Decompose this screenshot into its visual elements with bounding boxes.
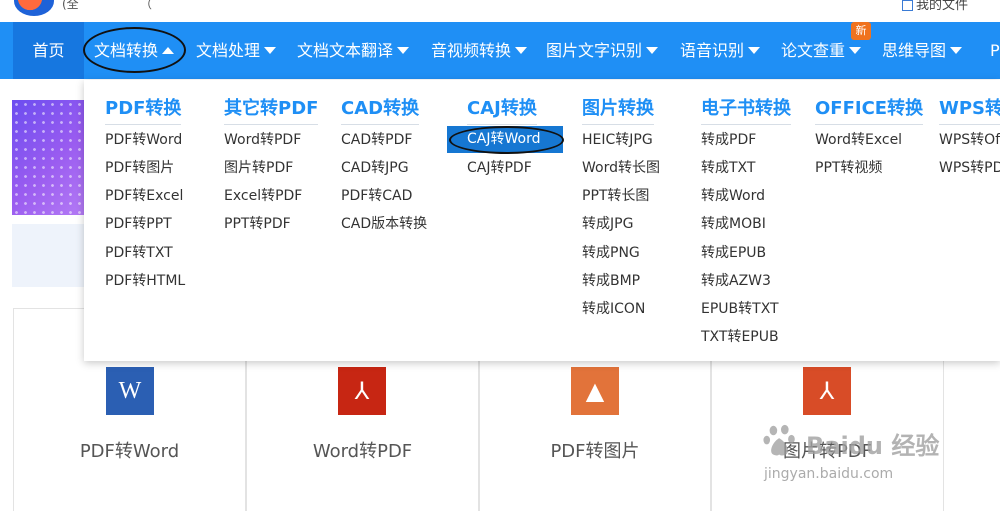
menu-item[interactable]: PDF转CAD: [341, 186, 412, 206]
site-slogan-fragment: （: [140, 0, 153, 11]
paw-icon: [763, 424, 795, 456]
menu-item[interactable]: 转成EPUB: [701, 243, 766, 263]
menu-item[interactable]: HEIC转JPG: [582, 130, 653, 150]
menu-item[interactable]: CAJ转PDF: [467, 158, 532, 178]
menu-item[interactable]: CAD转JPG: [341, 158, 409, 178]
menu-item[interactable]: WPS转PD: [939, 158, 1000, 178]
col-title-ebook: 电子书转换: [701, 94, 791, 125]
menu-item[interactable]: 图片转PDF: [224, 158, 293, 178]
menu-item[interactable]: PDF转PPT: [105, 214, 172, 234]
doc-convert-dropdown: PDF转换 PDF转Word PDF转图片 PDF转Excel PDF转PPT …: [84, 80, 1000, 361]
watermark-url: jingyan.baidu.com: [764, 466, 894, 482]
caret-down-icon: [646, 47, 659, 54]
my-files-label: 我的文件: [915, 0, 968, 13]
menu-item[interactable]: PPT转长图: [582, 186, 649, 206]
menu-item[interactable]: PDF转HTML: [105, 271, 185, 291]
menu-item[interactable]: CAD转PDF: [341, 130, 412, 150]
nav-ocr[interactable]: 图片文字识别: [546, 22, 659, 79]
nav-paper-check[interactable]: 论文查重: [781, 22, 862, 79]
nav-home-label: 首页: [32, 41, 65, 60]
site-logo[interactable]: [14, 0, 54, 16]
nav-doc-translate[interactable]: 文档文本翻译: [297, 22, 410, 79]
nav-more-label: P: [990, 41, 1000, 60]
nav-mindmap-label: 思维导图: [882, 41, 947, 60]
col-title-image: 图片转换: [582, 94, 654, 125]
top-strip: (全 （ 我的文件: [0, 0, 1000, 22]
menu-item[interactable]: 转成PDF: [701, 130, 756, 150]
word-icon: W: [106, 367, 154, 415]
caret-down-icon: [950, 47, 963, 54]
col-title-to-pdf: 其它转PDF: [224, 94, 319, 125]
caret-down-icon: [515, 47, 528, 54]
site-name-fragment: (全: [62, 0, 79, 11]
nav-ocr-label: 图片文字识别: [546, 41, 643, 60]
nav-speech[interactable]: 语音识别: [680, 22, 761, 79]
col-title-cad: CAD转换: [341, 94, 420, 125]
tool-label: PDF转图片: [550, 441, 640, 462]
image-icon: ▲: [571, 367, 619, 415]
menu-item[interactable]: Word转PDF: [224, 130, 301, 150]
nav-home[interactable]: 首页: [13, 22, 84, 79]
tool-label: Word转PDF: [312, 441, 413, 462]
nav-speech-label: 语音识别: [680, 41, 745, 60]
menu-item[interactable]: 转成MOBI: [701, 214, 766, 234]
nav-doc-translate-label: 文档文本翻译: [297, 41, 394, 60]
new-badge: 新: [851, 22, 871, 40]
banner-placeholder: [12, 224, 87, 287]
menu-item[interactable]: 转成ICON: [582, 299, 645, 319]
caret-down-icon: [849, 47, 862, 54]
menu-item[interactable]: Excel转PDF: [224, 186, 302, 206]
menu-item[interactable]: 转成TXT: [701, 158, 755, 178]
menu-item[interactable]: TXT转EPUB: [701, 327, 779, 347]
menu-item[interactable]: Word转Excel: [815, 130, 902, 150]
pdf-icon: ⅄: [338, 367, 386, 415]
menu-item[interactable]: 转成PNG: [582, 243, 640, 263]
menu-item[interactable]: 转成JPG: [582, 214, 633, 234]
menu-item[interactable]: PPT转视频: [815, 158, 882, 178]
nav-av-convert-label: 音视频转换: [431, 41, 512, 60]
caret-down-icon: [264, 47, 277, 54]
menu-item[interactable]: PDF转Excel: [105, 186, 183, 206]
col-title-wps: WPS转换: [939, 94, 1000, 125]
caret-down-icon: [748, 47, 761, 54]
menu-item[interactable]: WPS转Of: [939, 130, 1000, 150]
my-files-link[interactable]: 我的文件: [901, 0, 968, 13]
col-title-caj: CAJ转换: [467, 94, 537, 125]
nav-doc-process-label: 文档处理: [196, 41, 261, 60]
menu-item[interactable]: CAD版本转换: [341, 214, 427, 234]
menu-item[interactable]: PDF转Word: [105, 130, 182, 150]
menu-item[interactable]: EPUB转TXT: [701, 299, 779, 319]
annotation-circle: [449, 126, 564, 154]
promo-banner[interactable]: [12, 100, 87, 215]
dot-pattern: [12, 100, 87, 215]
caret-down-icon: [397, 47, 410, 54]
col-title-pdf: PDF转换: [105, 94, 182, 125]
menu-item[interactable]: PDF转图片: [105, 158, 174, 178]
menu-item[interactable]: 转成Word: [701, 186, 765, 206]
nav-mindmap[interactable]: 思维导图: [882, 22, 963, 79]
menu-item[interactable]: Word转长图: [582, 158, 660, 178]
pdf-icon: ⅄: [803, 367, 851, 415]
file-icon: [901, 0, 913, 11]
col-title-office: OFFICE转换: [815, 94, 924, 125]
nav-paper-check-label: 论文查重: [781, 41, 846, 60]
menu-item[interactable]: PPT转PDF: [224, 214, 291, 234]
tool-label: PDF转Word: [79, 441, 180, 462]
nav-doc-process[interactable]: 文档处理: [196, 22, 277, 79]
menu-item[interactable]: 转成AZW3: [701, 271, 771, 291]
menu-item[interactable]: 转成BMP: [582, 271, 640, 291]
annotation-circle: [83, 27, 186, 73]
menu-item[interactable]: PDF转TXT: [105, 243, 173, 263]
nav-av-convert[interactable]: 音视频转换: [431, 22, 528, 79]
nav-more[interactable]: P: [990, 22, 1000, 79]
watermark-title: Baidu 经验: [806, 432, 940, 460]
